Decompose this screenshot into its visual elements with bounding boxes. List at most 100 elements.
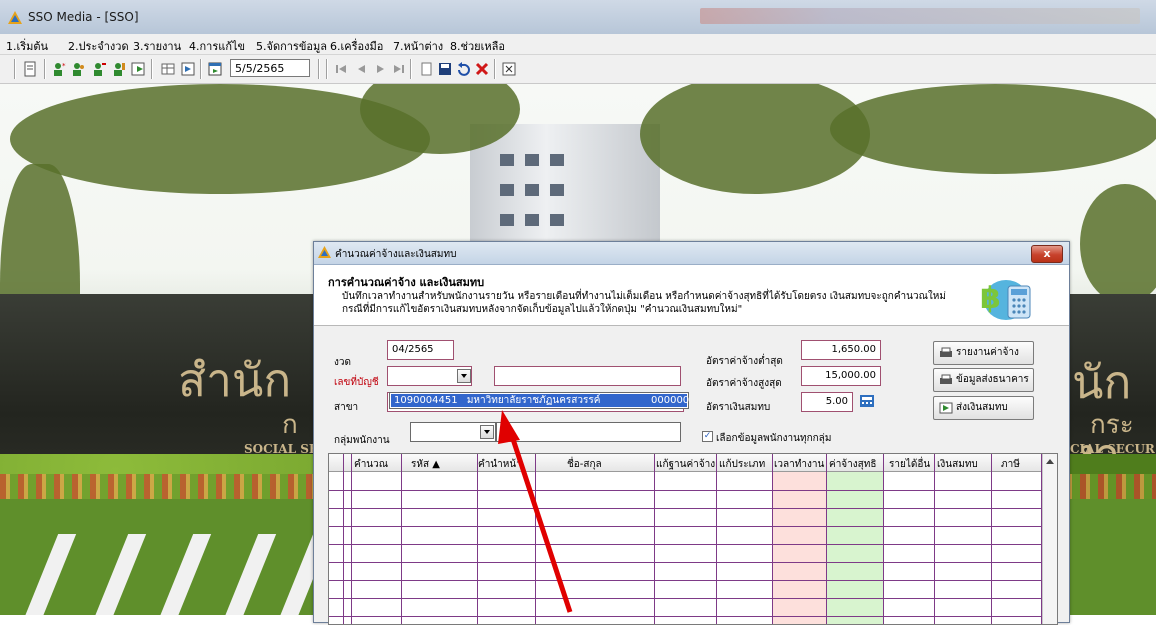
period-field[interactable]: 04/2565 <box>387 340 454 360</box>
printer-icon <box>940 347 952 357</box>
user-export-icon[interactable] <box>131 61 147 77</box>
menu-data[interactable]: 5.จัดการข้อมูล <box>256 37 327 55</box>
toolbar-separator <box>151 59 153 79</box>
account-label: เลขที่บัญชี <box>334 377 379 388</box>
col-contribution[interactable]: เงินสมทบ <box>937 457 978 472</box>
account-dropdown-button[interactable] <box>457 369 471 383</box>
col-name[interactable]: ชื่อ-สกุล <box>567 457 602 472</box>
employee-group-name-field[interactable] <box>496 422 681 442</box>
svg-text:*: * <box>62 62 66 70</box>
menu-report[interactable]: 3.รายงาน <box>133 37 181 55</box>
send-contribution-button[interactable]: ส่งเงินสมทบ <box>933 396 1034 420</box>
option-branch: 000000 <box>651 395 690 406</box>
work-time-column-fill <box>772 472 826 624</box>
window-title: SSO Media - [SSO] <box>28 10 139 24</box>
toolbar-separator <box>326 59 328 79</box>
employee-grid[interactable]: คำนวณ รหัส ▲ คำนำหน้า ชื่อ-สกุล แก้ฐานค่… <box>328 453 1058 625</box>
app-logo-icon <box>318 246 331 258</box>
next-record-icon[interactable] <box>372 61 388 77</box>
dialog-header: การคำนวณค่าจ้าง และเงินสมทบ บันทึกเวลาทำ… <box>314 265 1069 326</box>
toolbar-separator <box>494 59 496 79</box>
calculator-icon[interactable] <box>859 394 875 408</box>
last-record-icon[interactable] <box>390 61 406 77</box>
col-calc[interactable]: คำนวณ <box>354 457 388 472</box>
previous-record-icon[interactable] <box>354 61 370 77</box>
col-prefix[interactable]: คำนำหน้า <box>478 457 522 472</box>
add-user-icon[interactable]: * <box>51 61 67 77</box>
col-work-time[interactable]: เวลาทำงาน <box>774 457 824 472</box>
all-groups-label: เลือกข้อมูลพนักงานทุกกลุ่ม <box>716 433 832 444</box>
employee-group-dropdown-button[interactable] <box>480 425 494 439</box>
period-label: งวด <box>334 357 351 368</box>
menu-window[interactable]: 7.หน้าต่าง <box>393 37 443 55</box>
col-code[interactable]: รหัส ▲ <box>411 457 440 472</box>
bank-data-label: ข้อมูลส่งธนาคาร <box>956 374 1029 385</box>
grid-icon[interactable] <box>160 61 176 77</box>
export-icon <box>939 402 953 414</box>
users-icon[interactable] <box>71 61 87 77</box>
branch-label: สาขา <box>334 402 359 413</box>
toolbar-separator <box>200 59 202 79</box>
wage-report-label: รายงานค่าจ้าง <box>956 347 1019 358</box>
grid-scrollbar[interactable] <box>1042 454 1057 624</box>
svg-text:฿: ฿ <box>980 281 1001 316</box>
menu-tools[interactable]: 6.เครื่องมือ <box>330 37 383 55</box>
close-button[interactable]: x <box>1031 245 1063 263</box>
menu-bar: 1.เริ่มต้น 2.ประจำงวด 3.รายงาน 4.การแก้ไ… <box>0 34 1156 55</box>
save-icon[interactable] <box>437 61 453 77</box>
max-wage-field[interactable]: 15,000.00 <box>801 366 881 386</box>
all-groups-checkbox[interactable]: ✓ <box>702 431 713 442</box>
toolbar-separator <box>410 59 412 79</box>
account-name-field[interactable] <box>494 366 681 386</box>
account-dropdown-list: 1090004451 มหาวิทยาลัยราชภัฏนครสวรรค์ 00… <box>389 392 689 409</box>
col-wage-base[interactable]: แก้ฐานค่าจ้าง <box>656 457 715 472</box>
bank-data-button[interactable]: ข้อมูลส่งธนาคาร <box>933 368 1034 392</box>
send-contribution-label: ส่งเงินสมทบ <box>956 402 1008 413</box>
exit-icon[interactable] <box>501 61 517 77</box>
option-name: มหาวิทยาลัยราชภัฏนครสวรรค์ <box>466 395 601 406</box>
option-code: 1090004451 <box>394 395 458 406</box>
calendar-icon[interactable] <box>207 61 223 77</box>
toolbar-separator <box>14 59 16 79</box>
col-type[interactable]: แก้ประเภท <box>719 457 765 472</box>
dialog-title: คำนวณค่าจ้างและเงินสมทบ <box>335 249 457 260</box>
sign-text-right-small: กระ <box>1090 410 1134 440</box>
col-other-income[interactable]: รายได้อื่น <box>889 457 930 472</box>
new-file-icon[interactable] <box>418 61 434 77</box>
col-net-wage[interactable]: ค่าจ้างสุทธิ <box>829 457 876 472</box>
grid-header: คำนวณ รหัส ▲ คำนำหน้า ชื่อ-สกุล แก้ฐานค่… <box>329 454 1043 472</box>
toolbar-separator <box>318 59 320 79</box>
sign-text-left-small: ก <box>282 410 298 440</box>
net-wage-column-fill <box>826 472 883 624</box>
max-wage-label: อัตราค่าจ้างสูงสุด <box>706 378 782 389</box>
contribution-rate-label: อัตราเงินสมทบ <box>706 402 771 413</box>
menu-start[interactable]: 1.เริ่มต้น <box>6 37 48 55</box>
date-field[interactable]: 5/5/2565 <box>230 59 310 77</box>
import-icon[interactable] <box>180 61 196 77</box>
wage-calculation-dialog: คำนวณค่าจ้างและเงินสมทบ x การคำนวณค่าจ้า… <box>313 241 1070 625</box>
min-wage-label: อัตราค่าจ้างต่ำสุด <box>706 356 783 367</box>
title-bar: SSO Media - [SSO] <box>0 0 1156 35</box>
app-logo-icon <box>8 11 22 24</box>
sign-text-left: สำนัก <box>178 353 292 407</box>
calculator-money-icon: ฿ <box>980 280 1031 320</box>
dialog-title-bar: คำนวณค่าจ้างและเงินสมทบ x <box>314 242 1069 265</box>
delete-icon[interactable] <box>474 61 490 77</box>
dropdown-option-selected[interactable]: 1090004451 มหาวิทยาลัยราชภัฏนครสวรรค์ 00… <box>391 394 690 407</box>
user-edit-icon[interactable] <box>111 61 127 77</box>
menu-periodic[interactable]: 2.ประจำงวด <box>68 37 129 55</box>
user-remove-icon[interactable] <box>91 61 107 77</box>
employee-group-label: กลุ่มพนักงาน <box>334 435 390 446</box>
document-icon[interactable] <box>22 61 38 77</box>
wage-report-button[interactable]: รายงานค่าจ้าง <box>933 341 1034 365</box>
toolbar-separator <box>44 59 46 79</box>
background-window-tab <box>700 8 1140 24</box>
min-wage-field[interactable]: 1,650.00 <box>801 340 881 360</box>
undo-icon[interactable] <box>455 61 471 77</box>
col-tax[interactable]: ภาษี <box>1001 457 1020 472</box>
contribution-rate-field[interactable]: 5.00 <box>801 392 853 412</box>
menu-help[interactable]: 8.ช่วยเหลือ <box>450 37 505 55</box>
toolbar: * 5/5/2565 <box>0 55 1156 84</box>
first-record-icon[interactable] <box>334 61 350 77</box>
menu-edit[interactable]: 4.การแก้ไข <box>189 37 245 55</box>
